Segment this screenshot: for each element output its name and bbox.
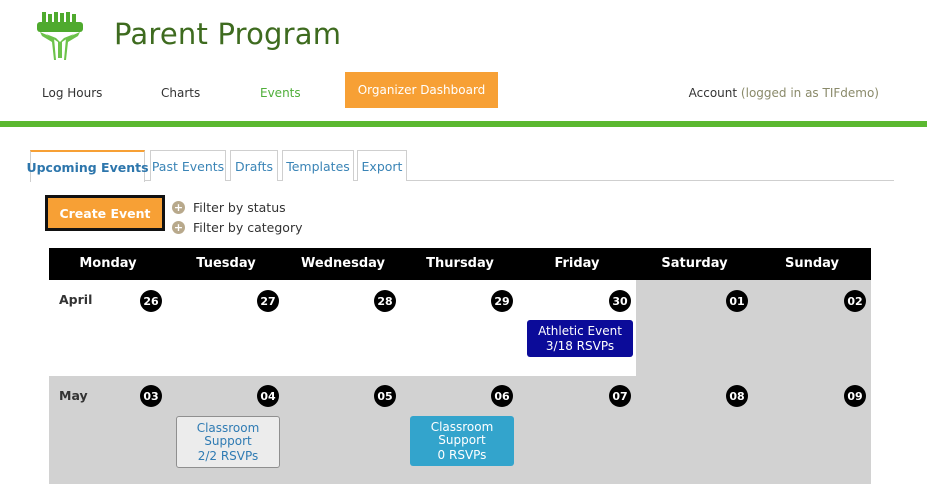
date-badge[interactable]: 30	[609, 290, 631, 312]
event-calendar: Monday Tuesday Wednesday Thursday Friday…	[49, 248, 871, 484]
event-title: Classroom Support	[196, 420, 260, 448]
day-header: Saturday	[661, 256, 728, 271]
event-athletic-event[interactable]: Athletic Event 3/18 RSVPs	[527, 320, 633, 357]
tab-export[interactable]: Export	[357, 150, 407, 181]
filter-by-category[interactable]: + Filter by category	[172, 220, 302, 235]
event-classroom-support[interactable]: Classroom Support 0 RSVPs	[410, 416, 514, 466]
date-badge[interactable]: 28	[374, 290, 396, 312]
nav-organizer-dashboard[interactable]: Organizer Dashboard	[345, 72, 498, 108]
app-title: Parent Program	[114, 17, 342, 51]
filter-category-label: Filter by category	[193, 220, 303, 235]
date-badge[interactable]: 02	[844, 290, 866, 312]
event-classroom-support[interactable]: Classroom Support 2/2 RSVPs	[176, 416, 280, 468]
tab-templates[interactable]: Templates	[282, 150, 354, 181]
date-badge[interactable]: 07	[609, 385, 631, 407]
date-badge[interactable]: 29	[491, 290, 513, 312]
event-title: Classroom Support	[430, 419, 494, 447]
create-event-button[interactable]: Create Event	[45, 195, 165, 231]
date-badge[interactable]: 05	[374, 385, 396, 407]
event-rsvps: 2/2 RSVPs	[197, 448, 259, 463]
main-nav: Log Hours Charts Events Organizer Dashbo…	[0, 72, 927, 108]
day-header: Friday	[554, 256, 600, 271]
event-rsvps: 3/18 RSVPs	[545, 338, 615, 353]
date-badge[interactable]: 26	[140, 290, 162, 312]
plus-icon: +	[172, 201, 185, 214]
plus-icon: +	[172, 221, 185, 234]
filter-status-label: Filter by status	[193, 200, 286, 215]
date-badge[interactable]: 06	[491, 385, 513, 407]
day-header: Thursday	[426, 256, 494, 271]
calendar-header: Monday Tuesday Wednesday Thursday Friday…	[49, 248, 871, 280]
event-rsvps: 0 RSVPs	[437, 447, 487, 462]
tab-upcoming-events[interactable]: Upcoming Events	[26, 150, 149, 182]
day-header: Wednesday	[301, 256, 385, 271]
date-badge[interactable]: 27	[257, 290, 279, 312]
filter-by-status[interactable]: + Filter by status	[172, 200, 286, 215]
account-link[interactable]: Account	[689, 86, 737, 100]
event-title: Athletic Event	[538, 323, 622, 338]
nav-log-hours[interactable]: Log Hours	[42, 86, 102, 100]
weekend-cells	[636, 280, 871, 376]
logo-tree-icon	[34, 12, 86, 62]
tab-drafts[interactable]: Drafts	[230, 150, 278, 181]
month-label: May	[59, 388, 88, 403]
month-label: April	[59, 292, 93, 307]
tab-past-events[interactable]: Past Events	[150, 150, 226, 181]
date-badge[interactable]: 08	[726, 385, 748, 407]
day-header: Monday	[79, 256, 137, 271]
day-header: Tuesday	[196, 256, 256, 271]
date-badge[interactable]: 09	[844, 385, 866, 407]
event-tabs: Upcoming Events Past Events Drafts Templ…	[26, 150, 894, 182]
date-badge[interactable]: 03	[140, 385, 162, 407]
date-badge[interactable]: 04	[257, 385, 279, 407]
nav-events[interactable]: Events	[260, 86, 301, 100]
nav-account[interactable]: Account (logged in as TIFdemo)	[689, 86, 879, 100]
day-header: Sunday	[784, 256, 840, 271]
header-divider	[0, 121, 927, 127]
date-badge[interactable]: 01	[726, 290, 748, 312]
logged-in-text: (logged in as TIFdemo)	[740, 86, 879, 100]
nav-charts[interactable]: Charts	[161, 86, 200, 100]
